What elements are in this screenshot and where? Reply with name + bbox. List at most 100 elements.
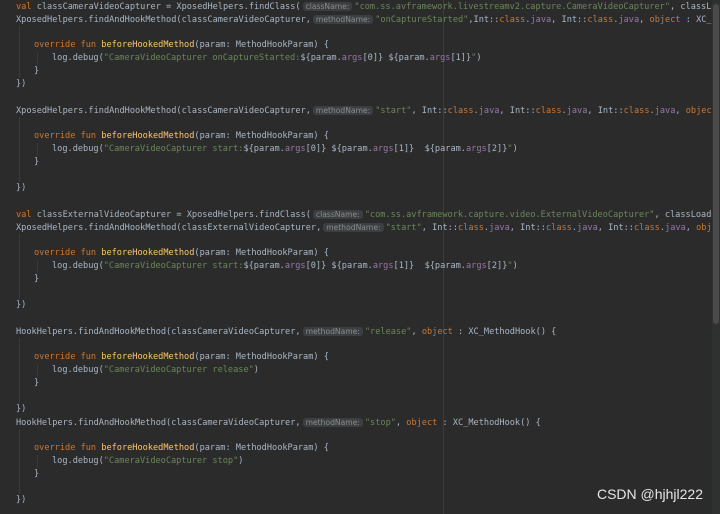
code-editor[interactable]: val classCameraVideoCapturer = XposedHel…: [0, 0, 720, 514]
code-line[interactable]: override fun beforeHookedMethod(param: M…: [34, 247, 720, 260]
code-line[interactable]: val classCameraVideoCapturer = XposedHel…: [16, 0, 720, 13]
code-token: ,: [639, 15, 650, 25]
string-token: "start": [375, 106, 412, 116]
keyword-token: class: [587, 15, 614, 25]
keyword-token: object: [406, 418, 438, 428]
string-token: "release": [364, 327, 412, 337]
code-line[interactable]: }: [34, 156, 720, 169]
indent-guide: [37, 52, 38, 65]
keyword-token: val: [16, 210, 37, 220]
code-token: ): [512, 261, 518, 271]
code-token: [1]}: [450, 53, 472, 63]
code-token: ,: [675, 106, 686, 116]
code-token: XposedHelpers.findAndHookMethod(classCam…: [16, 106, 311, 116]
code-token: log.debug(: [52, 456, 104, 466]
property-token: args: [284, 144, 306, 154]
indent-guide: [19, 117, 20, 182]
code-token: (param: MethodHookParam) {: [194, 131, 329, 141]
code-line[interactable]: XposedHelpers.findAndHookMethod(classCam…: [16, 104, 720, 117]
keyword-token: class: [633, 223, 660, 233]
indent-guide: [37, 143, 38, 156]
code-token: }: [34, 157, 40, 167]
code-line[interactable]: }: [34, 65, 720, 78]
string-token: "com.ss.avframework.livestreamv2.capture…: [354, 2, 670, 12]
code-token: , Int::: [509, 223, 546, 233]
code-token: ${param.: [300, 53, 342, 63]
code-token: XposedHelpers.findAndHookMethod(classCam…: [16, 15, 311, 25]
code-line[interactable]: }): [16, 299, 720, 312]
code-token: (param: MethodHookParam) {: [194, 248, 329, 258]
function-name-token: beforeHookedMethod: [101, 248, 195, 258]
property-token: args: [372, 261, 394, 271]
parameter-hint: className:: [312, 210, 363, 219]
code-line[interactable]: log.debug("CameraVideoCapturer onCapture…: [52, 52, 720, 65]
code-line[interactable]: override fun beforeHookedMethod(param: M…: [34, 442, 720, 455]
parameter-hint: methodName:: [302, 418, 363, 427]
keyword-token: override fun: [34, 443, 102, 453]
code-line[interactable]: override fun beforeHookedMethod(param: M…: [34, 130, 720, 143]
scrollbar-thumb[interactable]: [713, 4, 719, 324]
code-line[interactable]: log.debug("CameraVideoCapturer release"): [52, 364, 720, 377]
code-line[interactable]: }: [34, 468, 720, 481]
code-token: log.debug(: [52, 144, 104, 154]
code-line[interactable]: log.debug("CameraVideoCapturer start:${p…: [52, 260, 720, 273]
code-token: , Int::: [587, 106, 624, 116]
code-token: ): [476, 53, 482, 63]
code-line[interactable]: }): [16, 78, 720, 91]
code-line[interactable]: }: [34, 377, 720, 390]
code-token: ): [238, 456, 244, 466]
code-token: (param: MethodHookParam) {: [194, 352, 329, 362]
indent-guide: [19, 338, 20, 403]
code-line[interactable]: }): [16, 403, 720, 416]
function-name-token: beforeHookedMethod: [101, 443, 195, 453]
keyword-token: class: [458, 223, 484, 233]
string-token: "onCaptureStarted": [375, 15, 469, 25]
code-line[interactable]: override fun beforeHookedMethod(param: M…: [34, 351, 720, 364]
keyword-token: object: [421, 327, 453, 337]
property-token: java: [618, 15, 640, 25]
code-line[interactable]: }): [16, 182, 720, 195]
code-token: ,: [395, 418, 407, 428]
code-line[interactable]: val classExternalVideoCapturer = XposedH…: [16, 208, 720, 221]
property-token: args: [429, 53, 451, 63]
indent-guide: [19, 26, 20, 78]
keyword-token: class: [447, 106, 474, 116]
code-token: }): [16, 404, 27, 414]
code-line[interactable]: HookHelpers.findAndHookMethod(classCamer…: [16, 416, 720, 429]
keyword-token: class: [545, 223, 572, 233]
code-token: HookHelpers.findAndHookMethod(classCamer…: [16, 327, 301, 337]
code-line[interactable]: XposedHelpers.findAndHookMethod(classCam…: [16, 13, 720, 26]
code-token: ): [512, 144, 518, 154]
string-token: "start": [385, 223, 422, 233]
code-line[interactable]: log.debug("CameraVideoCapturer stop"): [52, 455, 720, 468]
code-token: ${param.: [243, 144, 285, 154]
code-token: }: [34, 66, 40, 76]
property-token: args: [341, 53, 363, 63]
property-token: java: [530, 15, 552, 25]
string-token: "CameraVideoCapturer release": [103, 365, 254, 375]
function-name-token: beforeHookedMethod: [101, 40, 195, 50]
code-token: log.debug(: [52, 261, 104, 271]
parameter-hint: methodName:: [312, 15, 374, 24]
code-line[interactable]: override fun beforeHookedMethod(param: M…: [34, 39, 720, 52]
code-token: , Int::: [421, 223, 458, 233]
keyword-token: override fun: [34, 40, 102, 50]
code-token: ): [253, 365, 259, 375]
code-line[interactable]: XposedHelpers.findAndHookMethod(classExt…: [16, 221, 720, 234]
code-line[interactable]: }: [34, 273, 720, 286]
code-token: ,: [411, 327, 422, 337]
code-token: log.debug(: [52, 53, 104, 63]
parameter-hint: methodName:: [302, 327, 363, 336]
code-line[interactable]: HookHelpers.findAndHookMethod(classCamer…: [16, 325, 720, 338]
string-token: "stop": [364, 418, 396, 428]
code-token: , classLoader): [654, 210, 720, 220]
string-token: "CameraVideoCapturer start:: [103, 261, 244, 271]
vertical-scrollbar[interactable]: [712, 0, 720, 514]
indent-guide: [37, 260, 38, 273]
code-token: [1]} ${param.: [393, 261, 466, 271]
keyword-token: val: [16, 2, 37, 12]
code-token: : XC_MethodHook() {: [437, 418, 541, 428]
code-token: ,: [685, 223, 697, 233]
code-line[interactable]: log.debug("CameraVideoCapturer start:${p…: [52, 143, 720, 156]
property-token: java: [566, 106, 588, 116]
